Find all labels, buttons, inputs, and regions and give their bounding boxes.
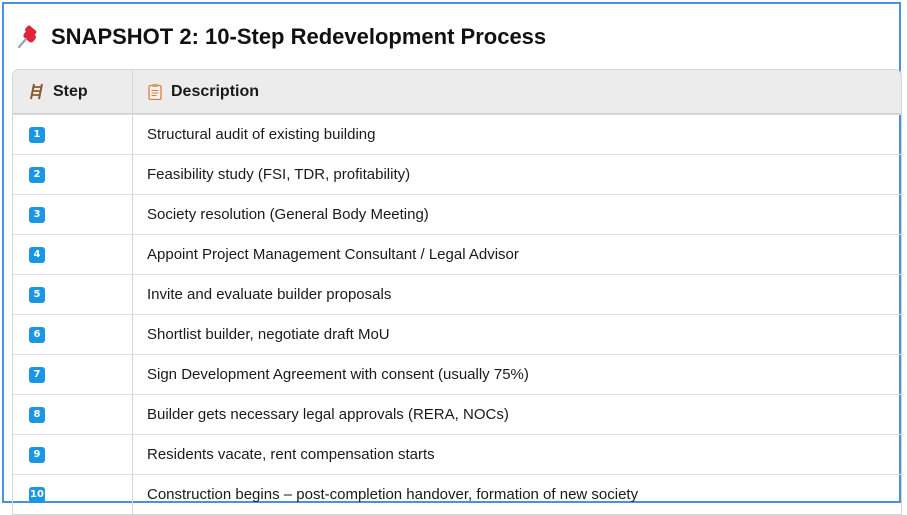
step-cell: 4 [13, 235, 133, 274]
step-number-badge: 3 [29, 206, 45, 223]
table-row: 9 Residents vacate, rent compensation st… [13, 434, 901, 474]
step-number-badge: 2 [29, 166, 45, 183]
steps-table: Step Description 1 Structural audit of e… [12, 69, 902, 515]
step-cell: 7 [13, 355, 133, 394]
title-text: SNAPSHOT 2: 10-Step Redevelopment Proces… [51, 24, 547, 49]
table-row: 2 Feasibility study (FSI, TDR, profitabi… [13, 154, 901, 194]
table-row: 3 Society resolution (General Body Meeti… [13, 194, 901, 234]
page-title: SNAPSHOT 2: 10-Step Redevelopment Proces… [16, 24, 546, 50]
step-cell: 10 [13, 475, 133, 514]
step-number-badge: 4 [29, 246, 45, 263]
step-cell: 5 [13, 275, 133, 314]
step-number-badge: 9 [29, 446, 45, 463]
description-cell: Structural audit of existing building [147, 126, 376, 143]
table-row: 6 Shortlist builder, negotiate draft MoU [13, 314, 901, 354]
description-cell: Sign Development Agreement with consent … [147, 366, 529, 383]
description-cell: Feasibility study (FSI, TDR, profitabili… [147, 166, 411, 183]
description-header-label: Description [171, 82, 260, 100]
step-cell: 1 [13, 115, 133, 154]
ladder-icon [30, 83, 43, 100]
table-row: 4 Appoint Project Management Consultant … [13, 234, 901, 274]
step-number-badge: 8 [29, 406, 45, 423]
description-cell: Builder gets necessary legal approvals (… [147, 406, 509, 423]
table-row: 1 Structural audit of existing building [13, 114, 901, 154]
description-cell: Shortlist builder, negotiate draft MoU [147, 326, 390, 343]
table-row: 5 Invite and evaluate builder proposals [13, 274, 901, 314]
step-column-header: Step [13, 70, 133, 113]
description-cell: Appoint Project Management Consultant / … [147, 246, 519, 263]
step-cell: 2 [13, 155, 133, 194]
description-cell: Invite and evaluate builder proposals [147, 286, 392, 303]
step-number-badge: 1 [29, 126, 45, 143]
description-cell: Construction begins – post-completion ha… [147, 486, 639, 503]
step-cell: 9 [13, 435, 133, 474]
table-row: 8 Builder gets necessary legal approvals… [13, 394, 901, 434]
step-number-badge: 6 [29, 326, 45, 343]
description-cell: Society resolution (General Body Meeting… [147, 206, 429, 223]
pushpin-icon [17, 25, 37, 49]
snapshot-card: SNAPSHOT 2: 10-Step Redevelopment Proces… [2, 2, 902, 515]
step-number-badge: 7 [29, 366, 45, 383]
description-cell: Residents vacate, rent compensation star… [147, 446, 435, 463]
clipboard-icon [148, 84, 162, 100]
table-row: 10 Construction begins – post-completion… [13, 474, 901, 514]
table-header-row: Step Description [13, 70, 901, 114]
description-column-header: Description [133, 70, 901, 113]
step-cell: 6 [13, 315, 133, 354]
step-number-badge: 10 [29, 486, 45, 503]
step-cell: 8 [13, 395, 133, 434]
step-number-badge: 5 [29, 286, 45, 303]
step-header-label: Step [53, 82, 88, 100]
table-row: 7 Sign Development Agreement with consen… [13, 354, 901, 394]
step-cell: 3 [13, 195, 133, 234]
